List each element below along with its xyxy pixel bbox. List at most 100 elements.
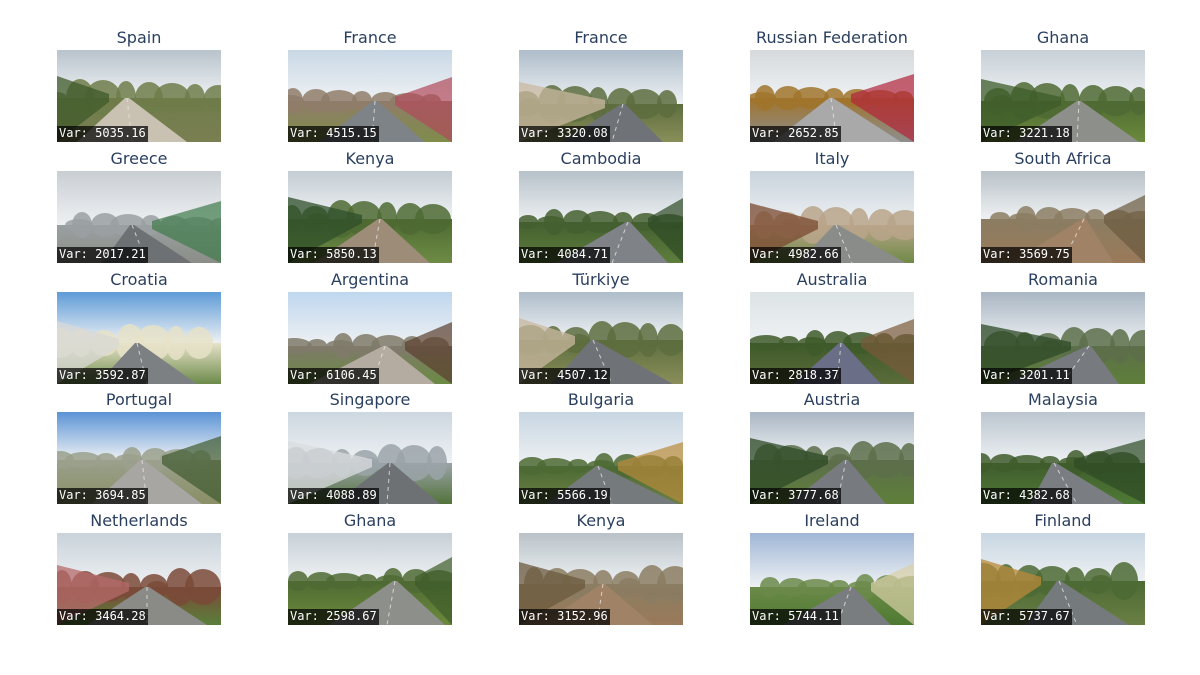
variance-label: Var: 3201.11 <box>981 368 1072 384</box>
image-tile: Australia Var: 2818.37 <box>750 270 914 384</box>
variance-label: Var: 3592.87 <box>57 368 148 384</box>
image-tile: Bulgaria Var: 5566.19 <box>519 390 683 504</box>
image-title: Malaysia <box>1028 390 1098 409</box>
street-view-photo: Var: 4084.71 <box>519 171 683 263</box>
variance-label: Var: 2818.37 <box>750 368 841 384</box>
street-view-photo: Var: 3694.85 <box>57 412 221 504</box>
image-title: Ireland <box>804 511 860 530</box>
image-title: Austria <box>803 390 861 409</box>
street-view-photo: Var: 3152.96 <box>519 533 683 625</box>
image-tile: Portugal Var: 3694.85 <box>57 390 221 504</box>
image-tile: Argentina Var: 6106.45 <box>288 270 452 384</box>
image-tile: France Var: 3320.08 <box>519 28 683 142</box>
variance-label: Var: 3320.08 <box>519 126 610 142</box>
image-tile: Cambodia Var: 4084.71 <box>519 149 683 263</box>
image-tile: Malaysia Var: 4382.68 <box>981 390 1145 504</box>
variance-label: Var: 4515.15 <box>288 126 379 142</box>
variance-label: Var: 5744.11 <box>750 609 841 625</box>
street-view-photo: Var: 5566.19 <box>519 412 683 504</box>
variance-label: Var: 4382.68 <box>981 488 1072 504</box>
image-title: Italy <box>814 149 850 168</box>
image-title: Kenya <box>345 149 395 168</box>
image-tile: Croatia Var: 3592.87 <box>57 270 221 384</box>
street-view-photo: Var: 2017.21 <box>57 171 221 263</box>
image-tile: Kenya Var: 3152.96 <box>519 511 683 625</box>
street-view-photo: Var: 2818.37 <box>750 292 914 384</box>
street-view-photo: Var: 3592.87 <box>57 292 221 384</box>
variance-label: Var: 5035.16 <box>57 126 148 142</box>
image-tile: Türkiye Var: 4507.12 <box>519 270 683 384</box>
image-title: Cambodia <box>560 149 642 168</box>
variance-label: Var: 4507.12 <box>519 368 610 384</box>
street-view-photo: Var: 4515.15 <box>288 50 452 142</box>
variance-label: Var: 3152.96 <box>519 609 610 625</box>
variance-label: Var: 4088.89 <box>288 488 379 504</box>
image-title: France <box>574 28 628 47</box>
image-title: Croatia <box>110 270 168 289</box>
variance-label: Var: 2017.21 <box>57 247 148 263</box>
street-view-photo: Var: 5737.67 <box>981 533 1145 625</box>
street-view-photo: Var: 3777.68 <box>750 412 914 504</box>
variance-label: Var: 4982.66 <box>750 247 841 263</box>
variance-label: Var: 4084.71 <box>519 247 610 263</box>
image-title: France <box>343 28 397 47</box>
image-tile: Netherlands Var: 3464.28 <box>57 511 221 625</box>
image-grid: Spain Var: 5035.16 France Var: 4515.15 Franc… <box>0 0 1200 675</box>
image-title: Finland <box>1034 511 1092 530</box>
street-view-photo: Var: 4982.66 <box>750 171 914 263</box>
image-tile: Ireland Var: 5744.11 <box>750 511 914 625</box>
image-title: Ghana <box>343 511 397 530</box>
variance-label: Var: 5566.19 <box>519 488 610 504</box>
image-tile: Singapore Var: 4088.89 <box>288 390 452 504</box>
variance-label: Var: 6106.45 <box>288 368 379 384</box>
street-view-photo: Var: 4382.68 <box>981 412 1145 504</box>
street-view-photo: Var: 6106.45 <box>288 292 452 384</box>
street-view-photo: Var: 5850.13 <box>288 171 452 263</box>
image-tile: Ghana Var: 2598.67 <box>288 511 452 625</box>
variance-label: Var: 3777.68 <box>750 488 841 504</box>
image-title: South Africa <box>1014 149 1112 168</box>
image-tile: Romania Var: 3201.11 <box>981 270 1145 384</box>
variance-label: Var: 3221.18 <box>981 126 1072 142</box>
image-tile: Spain Var: 5035.16 <box>57 28 221 142</box>
street-view-photo: Var: 4088.89 <box>288 412 452 504</box>
image-title: Bulgaria <box>567 390 635 409</box>
variance-label: Var: 3464.28 <box>57 609 148 625</box>
street-view-photo: Var: 3221.18 <box>981 50 1145 142</box>
variance-label: Var: 3569.75 <box>981 247 1072 263</box>
image-tile: Kenya Var: 5850.13 <box>288 149 452 263</box>
street-view-photo: Var: 5744.11 <box>750 533 914 625</box>
street-view-photo: Var: 3464.28 <box>57 533 221 625</box>
street-view-photo: Var: 2652.85 <box>750 50 914 142</box>
image-tile: Russian Federation Var: 2652.85 <box>750 28 914 142</box>
street-view-photo: Var: 3569.75 <box>981 171 1145 263</box>
image-title: Spain <box>116 28 162 47</box>
variance-label: Var: 5737.67 <box>981 609 1072 625</box>
image-tile: France Var: 4515.15 <box>288 28 452 142</box>
variance-label: Var: 2652.85 <box>750 126 841 142</box>
variance-label: Var: 5850.13 <box>288 247 379 263</box>
street-view-photo: Var: 2598.67 <box>288 533 452 625</box>
image-title: Singapore <box>329 390 411 409</box>
image-tile: Finland Var: 5737.67 <box>981 511 1145 625</box>
image-title: Portugal <box>105 390 173 409</box>
image-tile: Greece Var: 2017.21 <box>57 149 221 263</box>
street-view-photo: Var: 3201.11 <box>981 292 1145 384</box>
street-view-photo: Var: 4507.12 <box>519 292 683 384</box>
image-tile: Italy Var: 4982.66 <box>750 149 914 263</box>
variance-label: Var: 2598.67 <box>288 609 379 625</box>
image-title: Kenya <box>576 511 626 530</box>
image-title: Australia <box>796 270 868 289</box>
image-title: Netherlands <box>90 511 188 530</box>
street-view-photo: Var: 3320.08 <box>519 50 683 142</box>
image-tile: South Africa Var: 3569.75 <box>981 149 1145 263</box>
image-tile: Austria Var: 3777.68 <box>750 390 914 504</box>
variance-label: Var: 3694.85 <box>57 488 148 504</box>
image-title: Russian Federation <box>756 28 908 47</box>
image-title: Argentina <box>330 270 410 289</box>
image-title: Romania <box>1028 270 1098 289</box>
image-title: Greece <box>110 149 168 168</box>
image-title: Ghana <box>1036 28 1090 47</box>
image-tile: Ghana Var: 3221.18 <box>981 28 1145 142</box>
street-view-photo: Var: 5035.16 <box>57 50 221 142</box>
